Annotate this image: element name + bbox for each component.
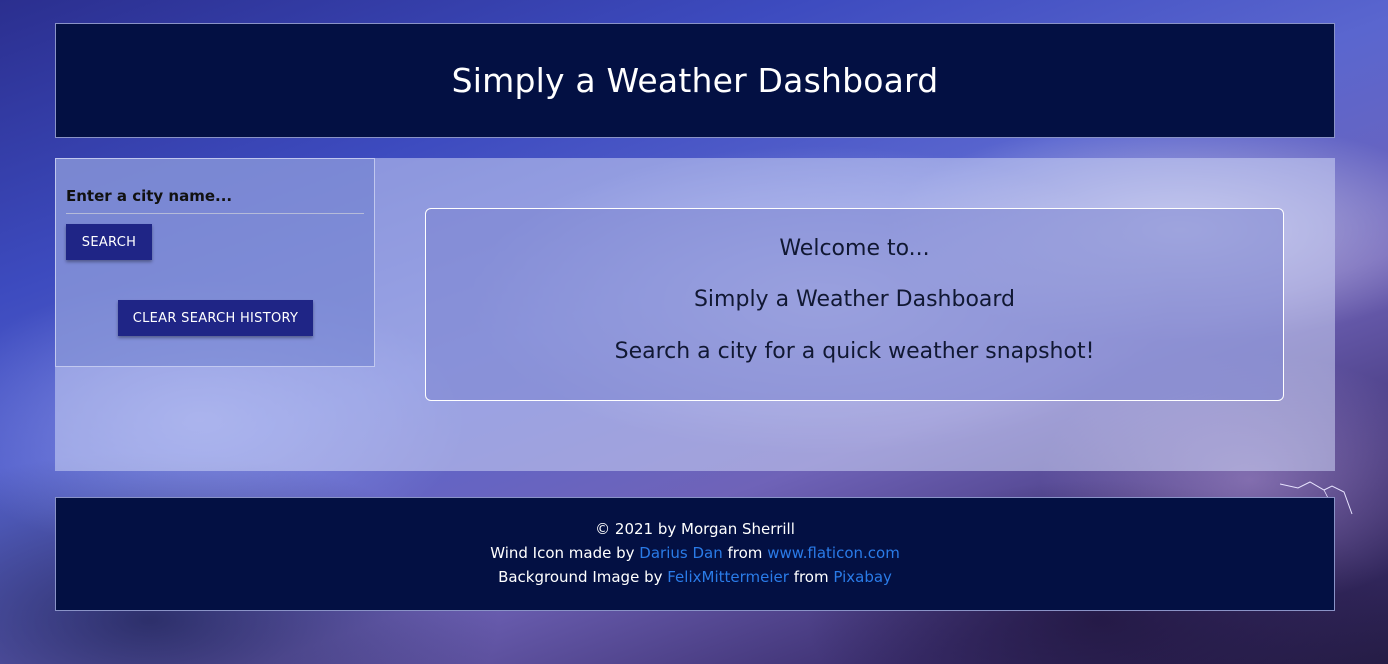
- felixmittermeier-link[interactable]: FelixMittermeier: [667, 568, 789, 586]
- darius-dan-link[interactable]: Darius Dan: [639, 544, 722, 562]
- footer-background-credit: Background Image by FelixMittermeier fro…: [56, 568, 1334, 586]
- footer-copyright: © 2021 by Morgan Sherrill: [595, 520, 795, 538]
- city-search-input[interactable]: [66, 179, 364, 214]
- clear-search-history-button[interactable]: CLEAR SEARCH HISTORY: [118, 300, 313, 336]
- page-footer: © 2021 by Morgan Sherrill Wind Icon made…: [55, 497, 1335, 611]
- main-content: SEARCH CLEAR SEARCH HISTORY Welcome to..…: [55, 158, 1335, 471]
- flaticon-link[interactable]: www.flaticon.com: [767, 544, 900, 562]
- welcome-title: Simply a Weather Dashboard: [693, 287, 1016, 312]
- wind-from-text: from: [727, 544, 763, 562]
- search-button[interactable]: SEARCH: [66, 224, 152, 260]
- page-title: Simply a Weather Dashboard: [451, 61, 939, 100]
- footer-wind-credit: Wind Icon made by Darius Dan from www.fl…: [56, 544, 1334, 562]
- search-panel: SEARCH CLEAR SEARCH HISTORY: [55, 158, 375, 367]
- welcome-subtitle: Search a city for a quick weather snapsh…: [614, 339, 1095, 364]
- bg-from-text: from: [793, 568, 829, 586]
- pixabay-link[interactable]: Pixabay: [833, 568, 892, 586]
- welcome-greeting: Welcome to...: [779, 236, 930, 261]
- page-header: Simply a Weather Dashboard: [55, 23, 1335, 138]
- wind-credit-prefix: Wind Icon made by: [490, 544, 635, 562]
- bg-credit-prefix: Background Image by: [498, 568, 663, 586]
- welcome-card: Welcome to... Simply a Weather Dashboard…: [425, 208, 1284, 401]
